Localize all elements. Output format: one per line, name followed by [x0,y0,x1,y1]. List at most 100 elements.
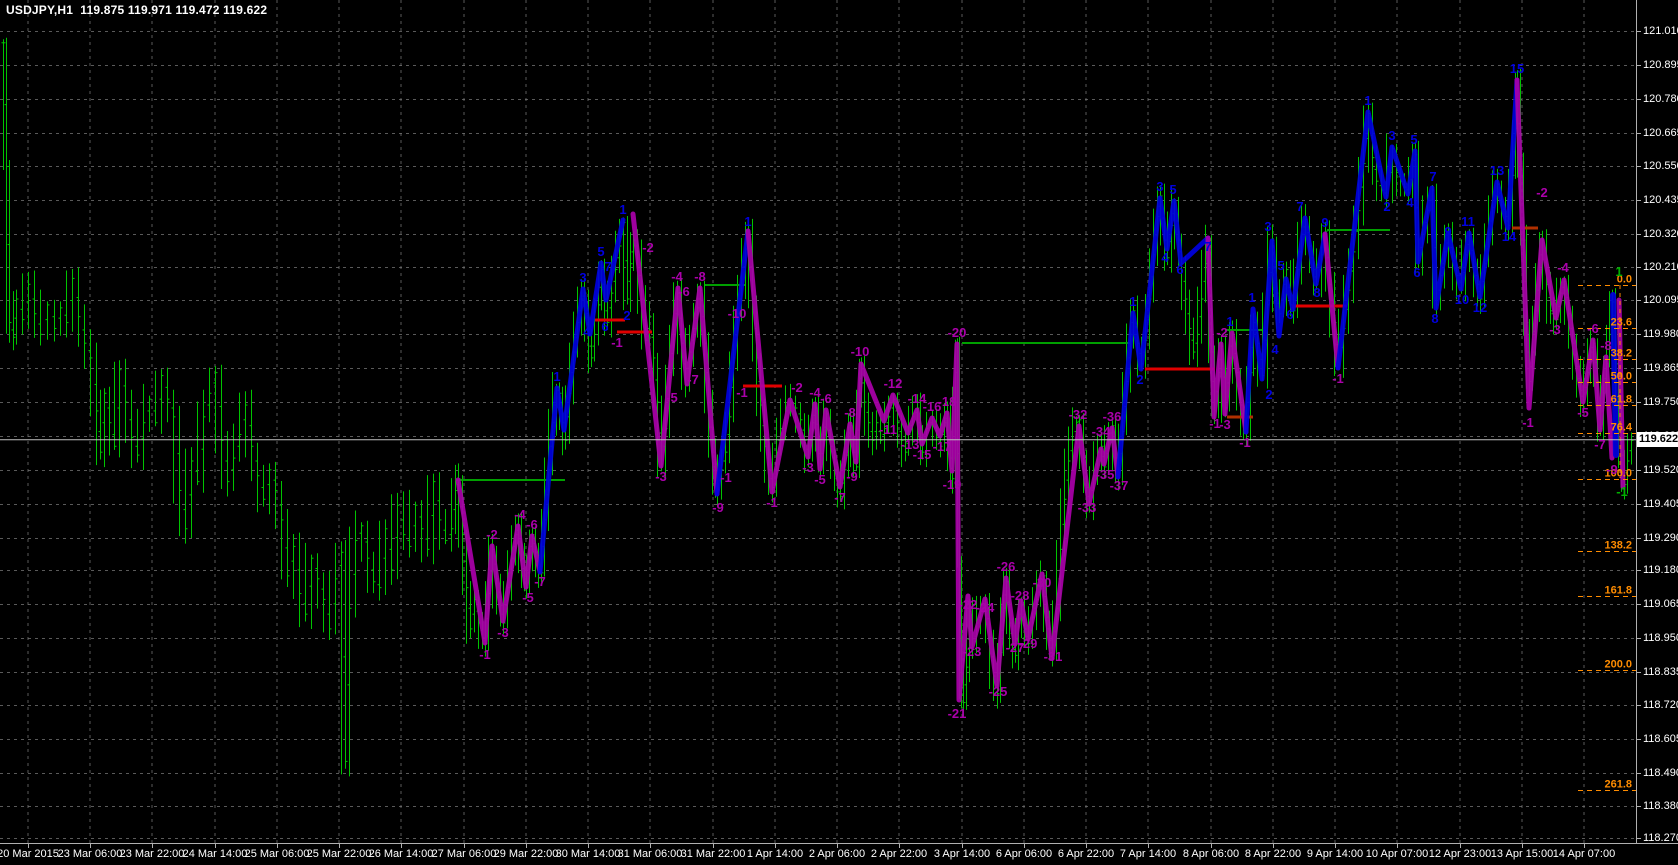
swing-label: 5 [1410,132,1417,147]
fib-level-label: 23.6 [1611,317,1632,329]
price-axis-tick [1637,267,1641,268]
swing-label: 6 [1286,307,1293,322]
current-price-box: 119.622 [1637,432,1678,447]
swing-label: -34 [1092,424,1112,439]
price-axis-label: 118.605 [1643,733,1678,745]
time-axis-tick [277,844,278,848]
price-axis-tick [1637,200,1641,201]
price-axis-label: 119.290 [1643,532,1678,544]
swing-label: 5 [1169,182,1176,197]
price-axis-label: 121.010 [1643,25,1678,37]
swing-label: -2 [791,380,803,395]
chart-plot-area[interactable]: 0.023.638.250.061.876.4100.0138.2161.820… [0,0,1636,843]
time-axis-tick [464,844,465,848]
price-axis-tick [1637,538,1641,539]
swing-label: 1 [553,369,560,384]
time-axis-label: 31 Mar 22:00 [681,848,746,860]
swing-label: -21 [948,706,967,721]
swing-label: 2 [623,308,630,323]
price-axis-label: 119.980 [1643,328,1678,340]
time-axis-label: 29 Mar 22:00 [494,848,559,860]
swing-label: -3 [497,625,509,640]
price-axis-tick [1637,773,1641,774]
time-axis[interactable]: 20 Mar 201523 Mar 06:0023 Mar 22:0024 Ma… [0,843,1678,865]
time-axis-tick [1460,844,1461,848]
swing-label: -3 [1219,417,1231,432]
price-axis-label: 120.095 [1643,294,1678,306]
price-axis-tick [1637,300,1641,301]
swing-label: 13 [1490,163,1504,178]
swing-label: 7 [604,259,611,274]
swing-label: -12 [884,376,903,391]
price-axis[interactable]: 121.010120.895120.780120.665120.550120.4… [1636,0,1678,843]
time-axis-label: 1 Apr 14:00 [747,848,803,860]
price-axis-tick [1637,570,1641,571]
swing-label: -19 [943,477,962,492]
time-axis-label: 27 Mar 06:00 [432,848,497,860]
time-axis-tick [1024,844,1025,848]
swing-label: -20 [948,325,967,340]
price-axis-label: 119.865 [1643,362,1678,374]
mt4-chart-window: USDJPY,H1 119.875 119.971 119.472 119.62… [0,0,1678,865]
time-axis-tick [401,844,402,848]
time-axis-tick [1148,844,1149,848]
fib-level-label: 38.2 [1611,348,1632,360]
swing-label: 15 [1510,61,1524,76]
price-axis-label: 120.665 [1643,127,1678,139]
price-axis-tick [1637,806,1641,807]
time-axis-tick [1273,844,1274,848]
swing-label: 1 [1364,93,1371,108]
swing-label: -36 [1103,409,1122,424]
swing-label: 8 [1431,311,1438,326]
time-axis-tick [837,844,838,848]
swing-label: -9 [712,500,724,515]
swing-label: -6 [678,284,690,299]
swing-label: -30 [1033,575,1052,590]
swing-label: -4 [1557,260,1569,275]
swing-label: 1 [1615,264,1622,279]
time-axis-label: 14 Apr 07:00 [1553,848,1615,860]
price-axis-label: 120.550 [1643,160,1678,172]
price-axis-label: 118.950 [1643,632,1678,644]
swing-label: 9 [1444,224,1451,239]
price-axis-tick [1637,368,1641,369]
price-axis-label: 118.490 [1643,767,1678,779]
swing-label: -1 [611,335,623,350]
swing-label: 2 [1383,199,1390,214]
swing-label: -6 [1587,321,1599,336]
swing-label: -4 [671,269,683,284]
swing-label: -2 [1536,185,1548,200]
swing-label: 11 [1461,214,1475,229]
swing-label: 4 [1271,342,1279,357]
swing-label: 10 [1455,292,1469,307]
price-axis-label: 120.435 [1643,194,1678,206]
time-axis-label: 25 Mar 22:00 [307,848,372,860]
swing-label: 1 [1129,294,1136,309]
time-axis-label: 2 Apr 06:00 [809,848,865,860]
swing-label: 3 [1388,128,1395,143]
swing-label: 3 [1156,179,1163,194]
swing-label: -11 [879,422,897,437]
price-axis-tick [1637,234,1641,235]
price-axis-label: 119.065 [1643,598,1678,610]
swing-label: -8 [694,269,706,284]
swing-label: -5 [1577,405,1589,420]
fib-level-label: 61.8 [1611,394,1632,406]
time-axis-tick [1584,844,1585,848]
price-axis-tick [1637,705,1641,706]
fib-level-label: 50.0 [1611,371,1632,383]
swing-label: -1 [1616,484,1628,499]
price-axis-tick [1637,604,1641,605]
swing-label: -1 [736,385,748,400]
price-axis-label: 119.520 [1643,464,1678,476]
time-axis-label: 24 Mar 14:00 [183,848,248,860]
swing-label: 12 [1473,300,1487,315]
swing-label: 2 [1265,387,1272,402]
time-axis-label: 6 Apr 06:00 [996,848,1052,860]
time-axis-tick [1397,844,1398,848]
swing-label: -31 [1044,649,1063,664]
swing-label: -1 [1332,371,1344,386]
swing-label: -3 [1549,322,1561,337]
time-axis-tick [215,844,216,848]
time-axis-tick [28,844,29,848]
